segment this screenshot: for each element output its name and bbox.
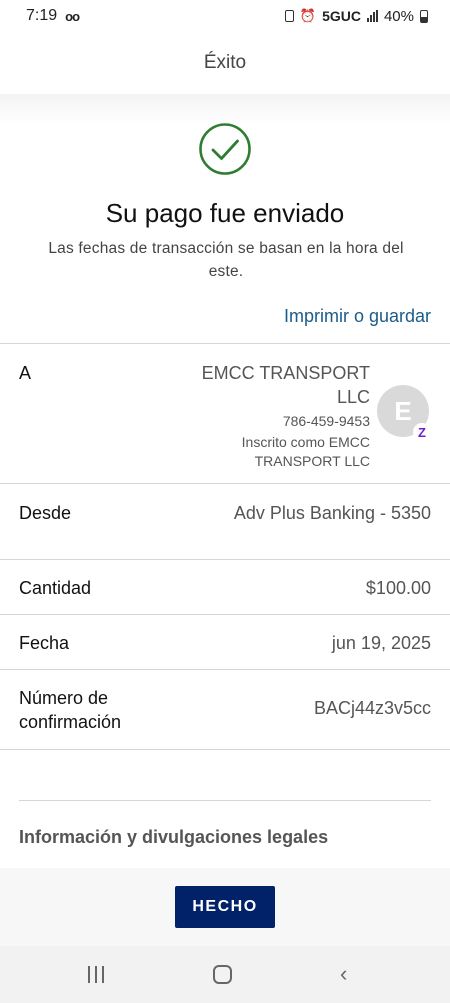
from-value: Adv Plus Banking - 5350	[233, 503, 431, 523]
confirmation-hero: Su pago fue enviado Las fechas de transa…	[0, 94, 450, 344]
battery-saver-icon	[284, 10, 294, 22]
battery-percent: 40%	[383, 7, 414, 25]
payee-registered-as: Inscrito como EMCC TRANSPORT LLC	[241, 434, 370, 469]
payment-details: A EMCC TRANSPORT LLC 786-459-9453 Inscri…	[0, 343, 450, 750]
date-value: jun 19, 2025	[331, 633, 431, 653]
avatar-letter: E	[394, 395, 412, 426]
detail-row-confirmation: Número de confirmación BACj44z3v5cc	[0, 670, 450, 749]
divider	[0, 749, 450, 750]
page-header: Éxito	[0, 32, 450, 94]
detail-row-amount: Cantidad $100.00	[0, 560, 450, 614]
print-or-save-link[interactable]: Imprimir o guardar	[284, 306, 431, 327]
status-time: 7:19	[26, 7, 58, 24]
recents-icon[interactable]	[88, 966, 104, 983]
zelle-badge-letter: Z	[418, 424, 426, 440]
system-nav-bar: ‹	[0, 946, 450, 1003]
home-icon[interactable]	[213, 965, 232, 984]
confirmation-number-value: BACj44z3v5cc	[313, 698, 431, 718]
payee-name: EMCC TRANSPORT LLC	[201, 363, 370, 407]
legal-disclosures-link[interactable]: Información y divulgaciones legales	[19, 827, 328, 848]
detail-row-date: Fecha jun 19, 2025	[0, 615, 450, 669]
status-right: ⏰ 5GUC 40%	[284, 7, 428, 25]
alarm-icon: ⏰	[299, 8, 317, 23]
from-label: Desde	[19, 503, 72, 523]
payee-phone: 786-459-9453	[282, 413, 370, 429]
signal-icon	[366, 10, 378, 22]
footer-bar: HECHO	[0, 868, 450, 946]
amount-label: Cantidad	[19, 578, 92, 598]
confirmation-number-label: Número de confirmación	[19, 688, 122, 732]
status-bar: 7:19 oo ⏰ 5GUC 40%	[0, 0, 450, 32]
detail-row-from: Desde Adv Plus Banking - 5350	[0, 484, 450, 559]
status-left: 7:19 oo	[26, 7, 80, 25]
payee-info: EMCC TRANSPORT LLC 786-459-9453 Inscrito…	[170, 361, 370, 471]
date-label: Fecha	[19, 633, 70, 653]
detail-row-to: A EMCC TRANSPORT LLC 786-459-9453 Inscri…	[0, 344, 450, 483]
voicemail-icon: oo	[65, 8, 80, 24]
success-check-icon	[199, 123, 251, 175]
page-title: Éxito	[203, 52, 247, 73]
done-button[interactable]: HECHO	[175, 886, 275, 928]
back-icon[interactable]: ‹	[340, 963, 347, 985]
confirmation-subtitle: Las fechas de transacción se basan en la…	[48, 240, 404, 280]
to-label: A	[19, 363, 32, 383]
battery-icon	[420, 9, 428, 23]
amount-value: $100.00	[365, 578, 431, 598]
confirmation-title: Su pago fue enviado	[105, 198, 345, 228]
network-type: 5GUC	[322, 8, 361, 24]
legal-divider	[19, 800, 431, 801]
zelle-icon: Z	[413, 423, 431, 441]
